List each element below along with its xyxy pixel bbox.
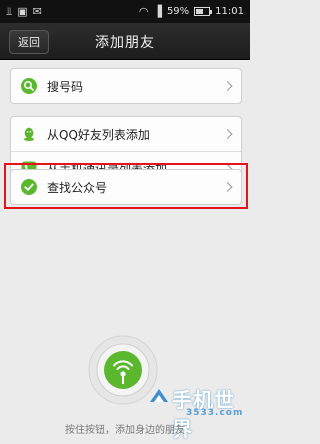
chevron-right-icon [222,129,233,139]
search-number-label: 搜号码 [47,79,84,94]
add-from-qq-label: 从QQ好友列表添加 [47,127,150,142]
qq-icon [21,126,37,142]
add-from-qq-item[interactable]: 从QQ好友列表添加 [11,117,241,151]
title-bar: 添加朋友 返回 [0,23,250,60]
watermark: 手机世界 3533.com [148,384,244,441]
battery-icon [194,7,213,16]
hint-text: 按住按钮，添加身边的朋友 [65,425,185,436]
wifi-icon: ◠ [138,5,149,18]
image-icon: ▣ [17,5,28,18]
battery-percent: 59% [166,6,190,17]
search-card: 搜号码 [10,68,242,104]
search-icon [21,78,37,94]
signal-icon: ▐ [153,5,162,18]
status-time: 11:01 [215,6,244,17]
highlight-box [4,163,248,209]
usb-icon: ⫫ [6,5,13,18]
notification-icon: ✉ [32,5,42,18]
watermark-logo-icon [150,389,168,402]
chevron-right-icon [222,81,233,91]
status-bar: ⫫ ▣ ✉ ◠ ▐ 59% 11:01 [0,0,250,23]
search-number-item[interactable]: 搜号码 [11,69,241,103]
watermark-sub: 3533.com [186,408,244,418]
back-button[interactable]: 返回 [9,30,49,54]
battery-fill [196,9,204,14]
